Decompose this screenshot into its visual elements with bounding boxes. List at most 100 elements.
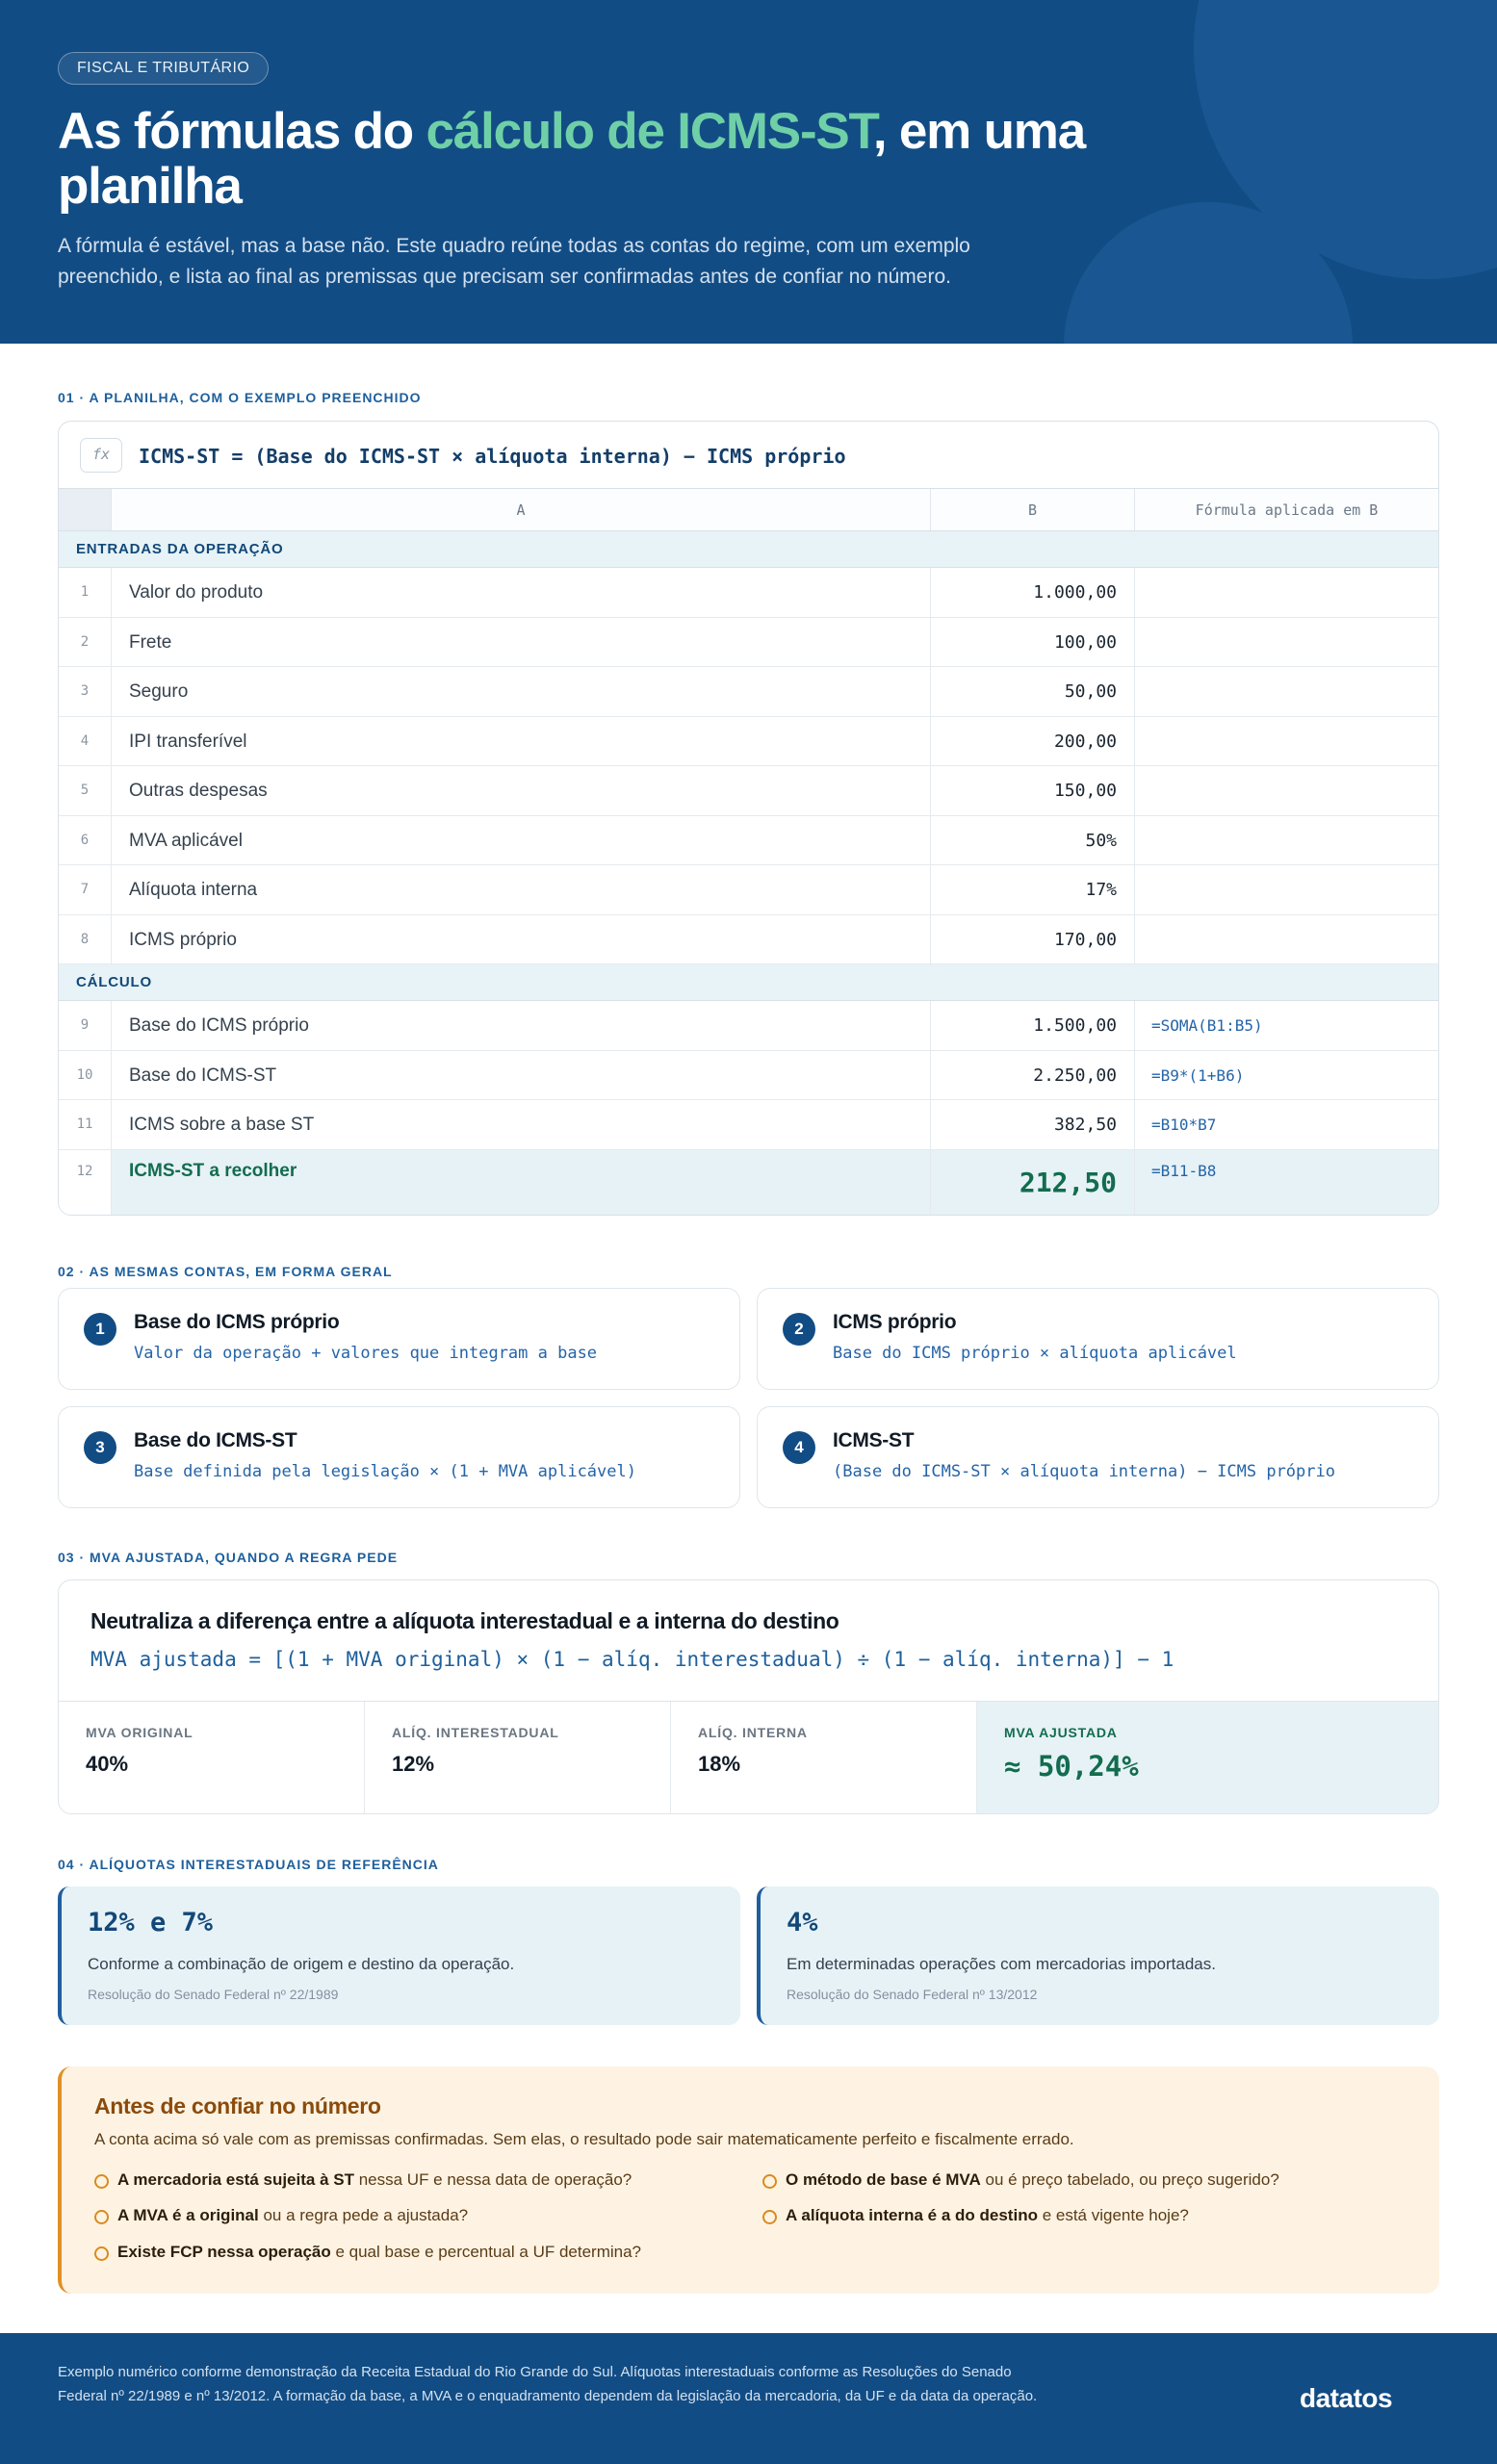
cell-value: 170,00: [931, 914, 1135, 963]
rate-value: 12% e 7%: [88, 1908, 214, 1938]
formula-card-title: Base do ICMS próprio: [134, 1311, 340, 1333]
column-header-a: A: [112, 489, 931, 530]
row-number: 4: [59, 716, 112, 765]
cell-value: 2.250,00: [931, 1050, 1135, 1099]
cell-label: ICMS sobre a base ST: [112, 1100, 931, 1149]
cell-value: 50%: [931, 815, 1135, 864]
footer: Exemplo numérico conforme demonstração d…: [0, 2333, 1497, 2464]
row-number: 11: [59, 1100, 112, 1149]
mva-cell: ALÍQ. INTERNA 18%: [671, 1702, 977, 1813]
category-tag: FISCAL E TRIBUTÁRIO: [58, 52, 270, 85]
cell-formula: [1135, 915, 1438, 964]
title-highlight: cálculo de ICMS-ST: [426, 103, 875, 160]
cell-label: Alíquota interna: [112, 865, 931, 914]
row-number: 6: [59, 815, 112, 864]
checklist-item-bold: Existe FCP nessa operação: [117, 2243, 331, 2261]
formula-card: 4 ICMS-ST (Base do ICMS-ST × alíquota in…: [757, 1406, 1439, 1508]
checklist-item: A mercadoria está sujeita à ST nessa UF …: [94, 2170, 632, 2190]
group-header-inputs: ENTRADAS DA OPERAÇÃO: [59, 531, 1438, 568]
cell-formula: [1135, 865, 1438, 914]
warning-intro: A conta acima só vale com as premissas c…: [94, 2130, 1074, 2148]
section-heading-mva: 03 · MVA AJUSTADA, QUANDO A REGRA PEDE: [58, 1550, 399, 1565]
cell-value: 212,50: [931, 1149, 1135, 1215]
cell-formula: [1135, 667, 1438, 716]
mva-result-label: MVA AJUSTADA: [1004, 1725, 1118, 1740]
mva-cell-label: ALÍQ. INTERNA: [698, 1725, 808, 1740]
title-pre: As fórmulas do: [58, 103, 426, 160]
checklist-item-bold: A mercadoria está sujeita à ST: [117, 2170, 354, 2189]
section-heading-general: 02 · AS MESMAS CONTAS, EM FORMA GERAL: [58, 1264, 393, 1279]
formula-card-formula: Base do ICMS próprio × alíquota aplicáve…: [833, 1344, 1237, 1363]
row-number: 3: [59, 667, 112, 716]
cell-label: ICMS próprio: [112, 914, 931, 963]
formula-card: 2 ICMS próprio Base do ICMS próprio × al…: [757, 1288, 1439, 1390]
checklist-item-rest: e está vigente hoje?: [1037, 2206, 1189, 2224]
cell-formula: [1135, 766, 1438, 815]
table-row: 10 Base do ICMS-ST 2.250,00 =B9*(1+B6): [59, 1050, 1438, 1100]
table-row: 5 Outras despesas 150,00: [59, 766, 1438, 816]
formula-card-formula: (Base do ICMS-ST × alíquota interna) − I…: [833, 1462, 1335, 1481]
row-number: 1: [59, 568, 112, 617]
checklist-item: A MVA é a original ou a regra pede a aju…: [94, 2206, 468, 2225]
fx-icon: fx: [80, 438, 122, 473]
cell-formula: [1135, 618, 1438, 667]
mva-cell-label: ALÍQ. INTERESTADUAL: [392, 1725, 559, 1740]
cell-value: 50,00: [931, 667, 1135, 716]
cell-formula: [1135, 816, 1438, 865]
checklist-item-rest: ou a regra pede a ajustada?: [258, 2206, 469, 2224]
step-number-badge: 2: [783, 1313, 815, 1346]
cell-label: MVA aplicável: [112, 815, 931, 864]
section-heading-spreadsheet: 01 · A PLANILHA, COM O EXEMPLO PREENCHID…: [58, 390, 422, 405]
mva-cell: MVA ORIGINAL 40%: [59, 1702, 365, 1813]
corner-cell: [59, 489, 112, 530]
mva-cell-value: 12%: [392, 1752, 435, 1776]
cell-label: Seguro: [112, 667, 931, 716]
column-header-b: B: [931, 489, 1135, 530]
table-row: 7 Alíquota interna 17%: [59, 865, 1438, 915]
table-row: 1 Valor do produto 1.000,00: [59, 568, 1438, 618]
table-row: 8 ICMS próprio 170,00: [59, 914, 1438, 964]
column-header-formula: Fórmula aplicada em B: [1195, 501, 1379, 519]
rate-source: Resolução do Senado Federal nº 13/2012: [787, 1987, 1038, 2002]
checklist-item: O método de base é MVA ou é preço tabela…: [762, 2170, 1279, 2190]
row-number: 12: [59, 1149, 112, 1215]
table-row: 9 Base do ICMS próprio 1.500,00 =SOMA(B1:B5…: [59, 1001, 1438, 1051]
cell-value: 100,00: [931, 617, 1135, 666]
checklist-item-bold: A alíquota interna é a do destino: [786, 2206, 1038, 2224]
mva-formula: MVA ajustada = [(1 + MVA original) × (1 …: [90, 1648, 1174, 1671]
checklist-item-rest: ou é preço tabelado, ou preço sugerido?: [980, 2170, 1279, 2189]
formula-card-title: ICMS próprio: [833, 1311, 957, 1333]
mva-result-cell: MVA AJUSTADA ≈ 50,24%: [977, 1702, 1438, 1813]
mva-cell-value: 40%: [86, 1752, 129, 1776]
cell-value: 1.500,00: [931, 1001, 1135, 1050]
page-subtitle: A fórmula é estável, mas a base não. Est…: [58, 235, 970, 288]
cell-label: Outras despesas: [112, 766, 931, 815]
mva-cell-label: MVA ORIGINAL: [86, 1725, 194, 1740]
formula-card-formula: Base definida pela legislação × (1 + MVA…: [134, 1462, 636, 1481]
table-row-total: 12 ICMS-ST a recolher 212,50 =B11-B8: [59, 1149, 1438, 1215]
table-row: 3 Seguro 50,00: [59, 667, 1438, 717]
rate-card: 4% Em determinadas operações com mercado…: [757, 1886, 1439, 2025]
cell-label: Frete: [112, 617, 931, 666]
cell-formula: =B10*B7: [1151, 1116, 1217, 1134]
row-number: 7: [59, 865, 112, 914]
checklist-item: A alíquota interna é a do destino e está…: [762, 2206, 1189, 2225]
cell-formula: =B9*(1+B6): [1151, 1065, 1245, 1085]
formula-card: 1 Base do ICMS próprio Valor da operação…: [58, 1288, 740, 1390]
formula-card-title: ICMS-ST: [833, 1429, 915, 1451]
cell-formula: [1135, 568, 1438, 617]
warning-title: Antes de confiar no número: [94, 2093, 381, 2118]
hero-banner: FISCAL E TRIBUTÁRIO As fórmulas do cálcu…: [0, 0, 1497, 344]
formula-bar-text: ICMS-ST = (Base do ICMS-ST × alíquota in…: [139, 445, 846, 468]
step-number-badge: 3: [84, 1431, 116, 1464]
cell-value: 1.000,00: [931, 568, 1135, 617]
table-row: 4 IPI transferível 200,00: [59, 716, 1438, 766]
page-title: As fórmulas do cálculo de ICMS-ST, em um…: [58, 104, 1136, 214]
checklist-item-bold: O método de base é MVA: [786, 2170, 981, 2189]
step-number-badge: 4: [783, 1431, 815, 1464]
cell-value: 382,50: [931, 1100, 1135, 1149]
rate-value: 4%: [787, 1908, 818, 1938]
formula-card-title: Base do ICMS-ST: [134, 1429, 297, 1451]
checklist-item-bold: A MVA é a original: [117, 2206, 259, 2224]
step-number-badge: 1: [84, 1313, 116, 1346]
